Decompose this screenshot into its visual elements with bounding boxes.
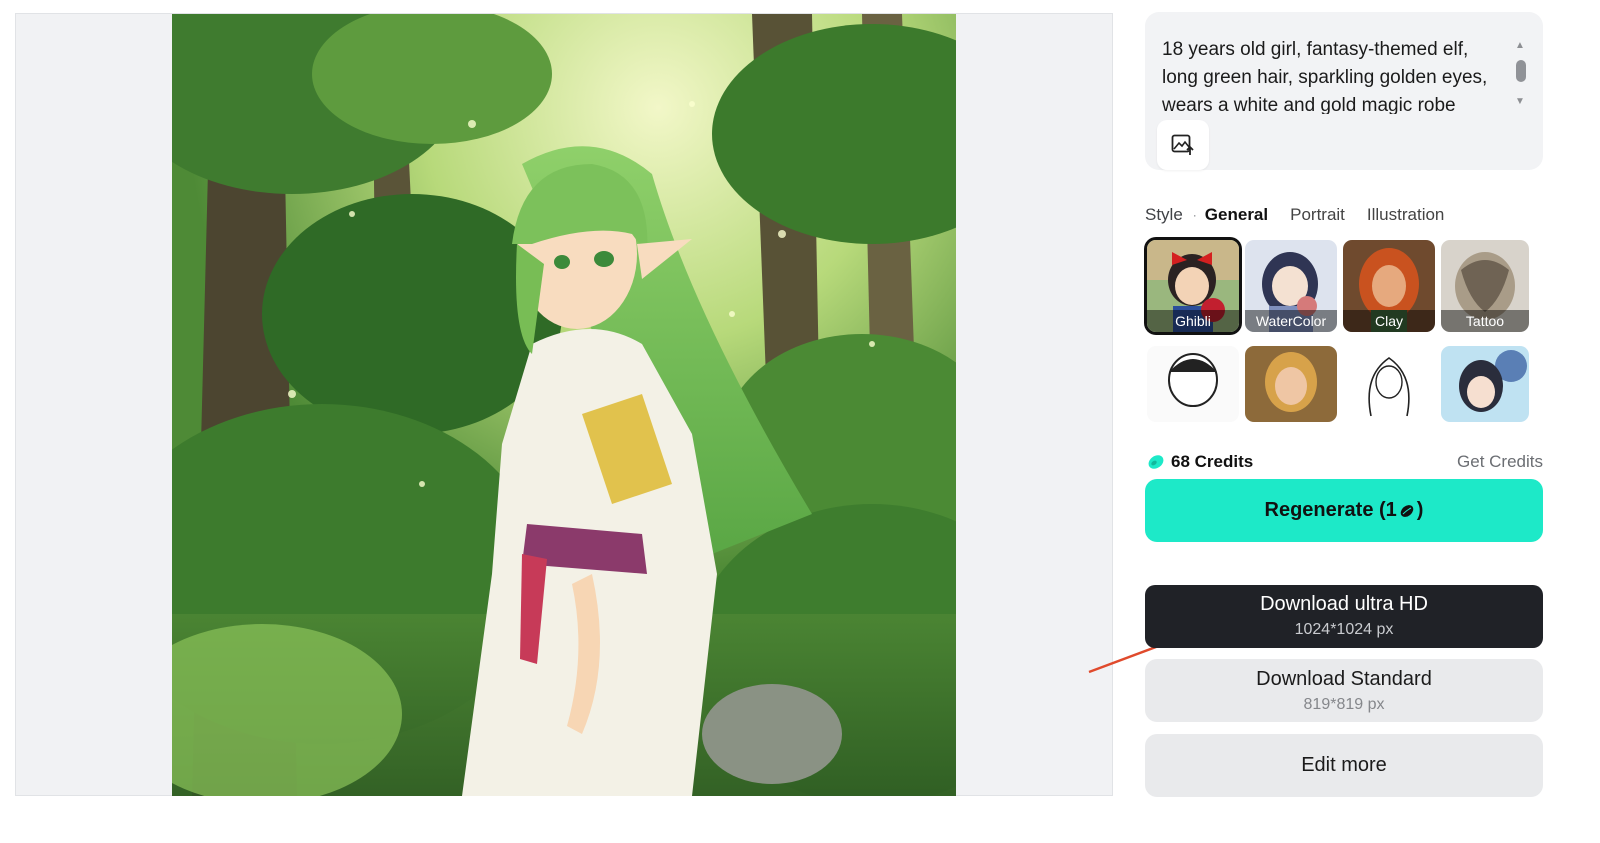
style-thumb-ghibli[interactable]: Ghibli bbox=[1147, 240, 1239, 332]
generated-image[interactable] bbox=[172, 14, 956, 796]
prompt-scrollbar-thumb[interactable] bbox=[1516, 60, 1526, 82]
regenerate-label-suffix: ) bbox=[1416, 499, 1424, 521]
edit-more-label: Edit more bbox=[1301, 754, 1387, 776]
download-standard-label: Download Standard bbox=[1256, 668, 1432, 690]
download-standard-button[interactable]: Download Standard 819*819 px bbox=[1145, 659, 1543, 722]
credit-seed-icon bbox=[1400, 504, 1414, 517]
tab-general[interactable]: General bbox=[1205, 205, 1268, 225]
tab-portrait[interactable]: Portrait bbox=[1290, 205, 1345, 225]
download-ultra-hd-label: Download ultra HD bbox=[1260, 593, 1428, 615]
sketch-thumbnail bbox=[1147, 346, 1239, 422]
credits-row: 68 Credits Get Credits bbox=[1145, 450, 1543, 474]
style-separator-dot: · bbox=[1192, 208, 1197, 222]
style-thumb-label: Clay bbox=[1343, 310, 1435, 332]
oil-painting-thumbnail bbox=[1245, 346, 1337, 422]
flat-illustration-thumbnail bbox=[1441, 346, 1529, 422]
scroll-up-arrow-icon[interactable]: ▲ bbox=[1514, 41, 1526, 51]
download-ultra-hd-size: 1024*1024 px bbox=[1294, 621, 1394, 638]
style-thumb-label: Tattoo bbox=[1441, 310, 1529, 332]
prompt-text[interactable]: 18 years old girl, fantasy-themed elf, l… bbox=[1162, 36, 1507, 114]
style-thumb-label: Ghibli bbox=[1147, 310, 1239, 332]
style-thumb-oil-painting[interactable] bbox=[1245, 346, 1337, 422]
get-credits-link[interactable]: Get Credits bbox=[1457, 452, 1543, 472]
style-label: Style bbox=[1145, 205, 1183, 224]
credit-coin-icon bbox=[1148, 455, 1164, 469]
download-ultra-hd-button[interactable]: Download ultra HD 1024*1024 px bbox=[1145, 585, 1543, 648]
style-tabs: Style · General Portrait Illustration bbox=[1145, 203, 1543, 227]
style-thumb-flat[interactable] bbox=[1441, 346, 1529, 422]
scroll-down-arrow-icon[interactable]: ▼ bbox=[1514, 97, 1526, 107]
regenerate-label: Regenerate (1 bbox=[1264, 499, 1397, 521]
image-upload-icon bbox=[1171, 134, 1194, 155]
generated-image-art bbox=[172, 14, 956, 796]
style-thumb-sketch[interactable] bbox=[1147, 346, 1239, 422]
edit-more-button[interactable]: Edit more bbox=[1145, 734, 1543, 797]
style-thumb-line-art[interactable] bbox=[1343, 346, 1435, 422]
tab-illustration[interactable]: Illustration bbox=[1367, 205, 1444, 225]
prompt-box[interactable]: 18 years old girl, fantasy-themed elf, l… bbox=[1145, 12, 1543, 170]
download-standard-size: 819*819 px bbox=[1303, 696, 1385, 713]
credits-count: 68 Credits bbox=[1171, 452, 1254, 471]
generation-panel: 18 years old girl, fantasy-themed elf, l… bbox=[1145, 0, 1543, 843]
regenerate-button[interactable]: Regenerate (1 ) bbox=[1145, 479, 1543, 542]
line-art-thumbnail bbox=[1343, 346, 1435, 422]
image-upload-button[interactable] bbox=[1157, 120, 1209, 170]
style-thumb-label: WaterColor bbox=[1245, 310, 1337, 332]
style-thumb-watercolor[interactable]: WaterColor bbox=[1245, 240, 1337, 332]
style-thumb-tattoo[interactable]: Tattoo bbox=[1441, 240, 1529, 332]
style-thumb-clay[interactable]: Clay bbox=[1343, 240, 1435, 332]
